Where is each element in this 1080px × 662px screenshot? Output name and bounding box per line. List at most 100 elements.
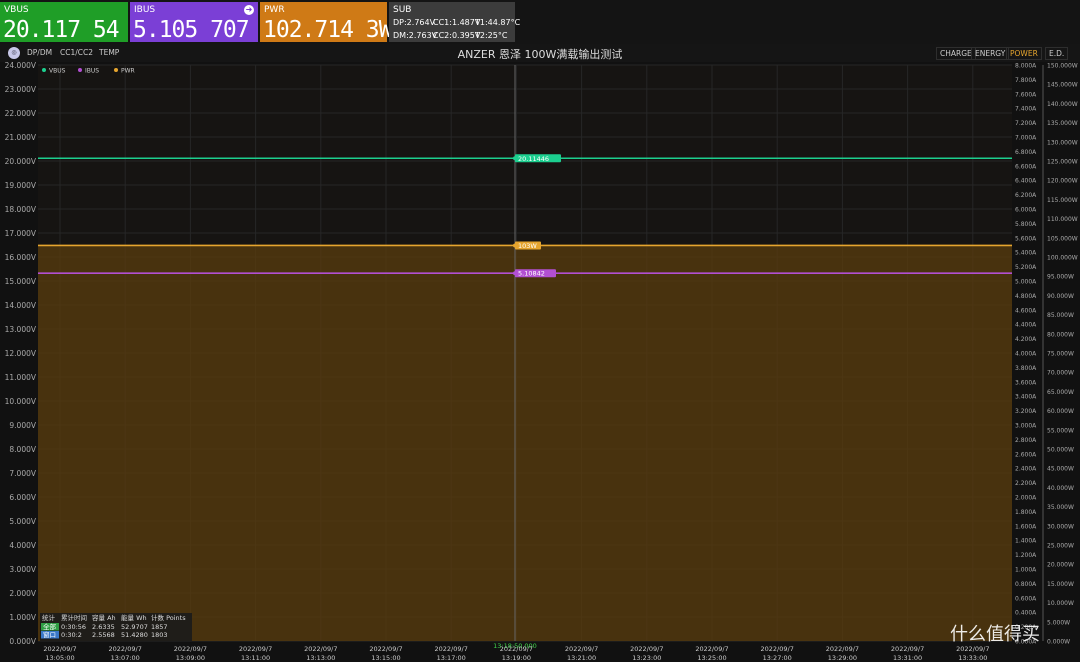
legend-label: IBUS — [85, 68, 99, 75]
y-tick-label-v: 3.000V — [9, 565, 36, 574]
x-tick-time: 13:17:00 — [437, 654, 466, 662]
y-tick-label-a: 4.600A — [1015, 307, 1037, 314]
y-tick-label-v: 16.000V — [5, 253, 37, 262]
x-tick-date: 2022/09/7 — [891, 645, 924, 653]
y-tick-label-a: 2.000A — [1015, 495, 1037, 502]
x-tick-date: 2022/09/7 — [956, 645, 989, 653]
y-tick-label-v: 14.000V — [5, 301, 37, 310]
x-tick-time: 13:29:00 — [828, 654, 857, 662]
y-tick-label-a: 8.000A — [1015, 63, 1037, 70]
y-tick-label-a: 1.800A — [1015, 509, 1037, 516]
stats-cell: 51.4280 — [121, 631, 148, 639]
x-tick-date: 2022/09/7 — [109, 645, 142, 653]
stats-cell: 0:30:56 — [61, 623, 86, 631]
stats-cell: 2.6335 — [92, 623, 115, 631]
y-tick-label-a: 7.600A — [1015, 91, 1037, 98]
y-tick-label-w: 20.000W — [1047, 562, 1074, 569]
y-tick-label-a: 6.600A — [1015, 163, 1037, 170]
stats-cell: 窗口 — [43, 630, 56, 639]
cursor-value-label: 20.11446 — [518, 155, 549, 163]
y-tick-label-v: 23.000V — [5, 85, 37, 94]
y-tick-label-w: 60.000W — [1047, 408, 1074, 415]
y-tick-label-v: 1.000V — [9, 613, 36, 622]
x-tick-time: 13:13:00 — [306, 654, 335, 662]
stats-header: 累计时间 — [61, 613, 87, 622]
x-tick-date: 2022/09/7 — [695, 645, 728, 653]
x-tick-time: 13:19:00 — [502, 654, 531, 662]
x-tick-time: 13:15:00 — [371, 654, 400, 662]
y-tick-label-v: 15.000V — [5, 277, 37, 286]
y-tick-label-w: 125.000W — [1047, 159, 1078, 166]
stats-header: 容量 Ah — [92, 613, 116, 622]
y-tick-label-v: 7.000V — [9, 469, 36, 478]
power-chart[interactable]: 0.000V 1.000V 2.000V 3.000V 4.000V 5.000V 6.00… — [0, 0, 1080, 662]
legend-label: PWR — [121, 68, 135, 75]
y-tick-label-a: 4.000A — [1015, 351, 1037, 358]
y-tick-label-w: 35.000W — [1047, 504, 1074, 511]
x-tick-date: 2022/09/7 — [761, 645, 794, 653]
y-tick-label-a: 3.400A — [1015, 394, 1037, 401]
y-tick-label-a: 6.400A — [1015, 178, 1037, 185]
x-tick-date: 2022/09/7 — [565, 645, 598, 653]
power-area — [38, 245, 1012, 642]
x-tick-date: 2022/09/7 — [630, 645, 663, 653]
cursor-value-label: 103W — [518, 242, 537, 250]
y-tick-label-w: 65.000W — [1047, 389, 1074, 396]
x-tick-date: 2022/09/7 — [174, 645, 207, 653]
y-tick-label-a: 2.600A — [1015, 451, 1037, 458]
y-tick-label-a: 7.400A — [1015, 106, 1037, 113]
legend-marker — [78, 68, 82, 72]
y-tick-label-a: 2.200A — [1015, 480, 1037, 487]
y-tick-label-a: 5.400A — [1015, 250, 1037, 257]
stats-header: 计数 Points — [151, 613, 186, 622]
x-tick-date: 2022/09/7 — [43, 645, 76, 653]
x-tick-date: 2022/09/7 — [304, 645, 337, 653]
y-tick-label-a: 4.400A — [1015, 322, 1037, 329]
y-tick-label-w: 80.000W — [1047, 331, 1074, 338]
y-tick-label-w: 130.000W — [1047, 139, 1078, 146]
y-tick-label-w: 120.000W — [1047, 178, 1078, 185]
x-tick-time: 13:09:00 — [176, 654, 205, 662]
stats-cell: 0:30:2 — [61, 631, 82, 639]
y-tick-label-a: 6.200A — [1015, 192, 1037, 199]
x-tick-time: 13:33:00 — [958, 654, 987, 662]
y-tick-label-v: 8.000V — [9, 445, 36, 454]
y-tick-label-w: 75.000W — [1047, 351, 1074, 358]
y-tick-label-w: 40.000W — [1047, 485, 1074, 492]
y-tick-label-a: 6.000A — [1015, 207, 1037, 214]
x-tick-time: 13:21:00 — [567, 654, 596, 662]
cursor-value-label: 5.10842 — [518, 270, 545, 278]
y-tick-label-a: 1.400A — [1015, 538, 1037, 545]
cursor-point — [513, 271, 517, 276]
y-tick-label-w: 25.000W — [1047, 543, 1074, 550]
y-tick-label-v: 19.000V — [5, 181, 37, 190]
x-tick-date: 2022/09/7 — [500, 645, 533, 653]
y-tick-label-v: 0.000V — [9, 637, 36, 646]
y-tick-label-w: 145.000W — [1047, 82, 1078, 89]
y-tick-label-v: 11.000V — [5, 373, 37, 382]
y-tick-label-v: 9.000V — [9, 421, 36, 430]
y-tick-label-v: 4.000V — [9, 541, 36, 550]
legend-marker — [114, 68, 118, 72]
stats-cell: 1803 — [151, 631, 168, 639]
y-tick-label-v: 21.000V — [5, 133, 37, 142]
y-tick-label-v: 5.000V — [9, 517, 36, 526]
y-tick-label-w: 0.000W — [1047, 639, 1070, 646]
y-tick-label-a: 3.800A — [1015, 365, 1037, 372]
y-tick-label-w: 45.000W — [1047, 466, 1074, 473]
x-tick-time: 13:07:00 — [111, 654, 140, 662]
y-tick-label-v: 18.000V — [5, 205, 37, 214]
y-tick-label-a: 5.800A — [1015, 221, 1037, 228]
y-tick-label-w: 30.000W — [1047, 523, 1074, 530]
y-tick-label-a: 3.600A — [1015, 379, 1037, 386]
y-tick-label-v: 6.000V — [9, 493, 36, 502]
x-tick-time: 13:31:00 — [893, 654, 922, 662]
y-tick-label-w: 100.000W — [1047, 255, 1078, 262]
y-tick-label-w: 140.000W — [1047, 101, 1078, 108]
y-tick-label-a: 0.400A — [1015, 610, 1037, 617]
y-tick-label-a: 1.000A — [1015, 567, 1037, 574]
y-tick-label-v: 10.000V — [5, 397, 37, 406]
stats-cell: 2.5568 — [92, 631, 115, 639]
y-tick-label-v: 20.000V — [5, 157, 37, 166]
y-tick-label-w: 105.000W — [1047, 235, 1078, 242]
